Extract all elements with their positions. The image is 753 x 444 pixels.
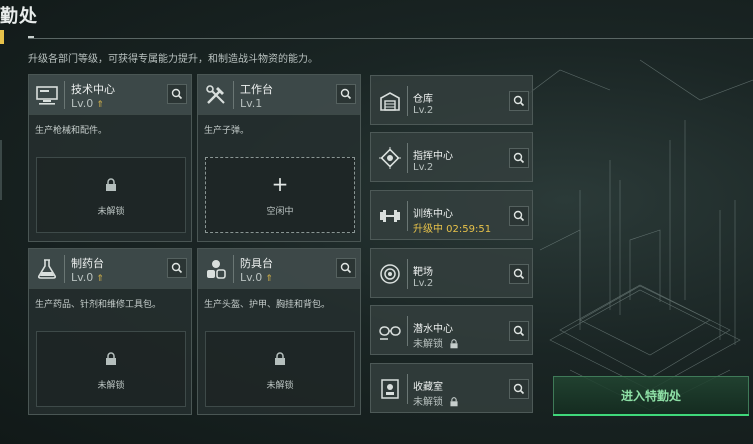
- card-level: Lv.0 ⇑: [71, 271, 104, 284]
- upgrade-arrow-icon: ⇑: [96, 274, 104, 284]
- card-level: Lv.0 ⇑: [240, 271, 273, 284]
- page-subtitle: 升级各部门等级，可获得专属能力提升，和制造战斗物资的能力。: [28, 54, 318, 65]
- collection-icon: [378, 377, 402, 401]
- facility-card-shooting-range[interactable]: 靶场 Lv.2: [370, 248, 533, 298]
- card-name: 防具台: [240, 257, 273, 270]
- inspect-button[interactable]: [336, 84, 356, 104]
- inspect-button[interactable]: [509, 321, 529, 341]
- divider: [407, 316, 408, 346]
- facility-card-training-center[interactable]: 训练中心 升级中 02:59:51: [370, 190, 533, 240]
- facility-card-workbench[interactable]: 工作台 Lv.1 生产子弹。 + 空闲中: [197, 74, 361, 242]
- upgrade-arrow-icon: ⇑: [96, 100, 104, 110]
- title-divider: [28, 38, 753, 39]
- inspect-button[interactable]: [509, 91, 529, 111]
- facility-card-collection-room[interactable]: 收藏室 未解锁: [370, 363, 533, 413]
- armor-icon: [204, 257, 228, 281]
- card-name: 指挥中心: [413, 151, 453, 162]
- card-name: 训练中心: [413, 209, 453, 220]
- facility-card-command-center[interactable]: 指挥中心 Lv.2: [370, 132, 533, 182]
- production-slot-locked: 未解锁: [205, 331, 355, 407]
- slot-status: 未解锁: [266, 381, 294, 391]
- inspect-button[interactable]: [509, 264, 529, 284]
- warehouse-icon: [378, 89, 402, 113]
- side-rail: [0, 140, 2, 200]
- goggles-icon: [378, 319, 402, 343]
- card-description: 生产枪械和配件。: [35, 126, 108, 136]
- facility-card-diving-center[interactable]: 潜水中心 未解锁: [370, 305, 533, 355]
- slot-status: 空闲中: [266, 207, 294, 217]
- card-level: Lv.2: [413, 278, 434, 289]
- divider: [407, 86, 408, 116]
- card-header: 工作台 Lv.1: [198, 75, 360, 115]
- lock-icon: [449, 397, 459, 407]
- production-slot-idle[interactable]: + 空闲中: [205, 157, 355, 233]
- facility-card-pharmacy[interactable]: 制药台 Lv.0 ⇑ 生产药品、针剂和维修工具包。 未解锁: [28, 248, 192, 415]
- inspect-button[interactable]: [167, 84, 187, 104]
- divider: [407, 374, 408, 404]
- divider: [407, 201, 408, 231]
- inspect-button[interactable]: [509, 148, 529, 168]
- card-header: 制药台 Lv.0 ⇑: [29, 249, 191, 289]
- upgrade-timer: 升级中 02:59:51: [413, 224, 492, 235]
- card-description: 生产子弹。: [204, 126, 250, 136]
- page-title: 勤处: [0, 6, 38, 27]
- inspect-button[interactable]: [509, 206, 529, 226]
- divider: [233, 255, 234, 283]
- card-name: 收藏室: [413, 382, 443, 393]
- production-slot-locked: 未解锁: [36, 157, 186, 233]
- card-name: 仓库: [413, 94, 433, 105]
- card-description: 生产头盔、护甲、胸挂和背包。: [204, 300, 331, 310]
- divider: [64, 255, 65, 283]
- divider: [407, 259, 408, 289]
- card-name: 制药台: [71, 257, 104, 270]
- divider: [64, 81, 65, 109]
- button-glow-bar: [553, 414, 749, 416]
- card-header: 技术中心 Lv.0 ⇑: [29, 75, 191, 115]
- card-level: 未解锁: [413, 335, 459, 350]
- facility-card-armor-bench[interactable]: 防具台 Lv.0 ⇑ 生产头盔、护甲、胸挂和背包。 未解锁: [197, 248, 361, 415]
- card-level: 未解锁: [413, 393, 459, 408]
- upgrade-arrow-icon: ⇑: [265, 274, 273, 284]
- card-name: 靶场: [413, 267, 433, 278]
- divider: [407, 143, 408, 173]
- card-name: 技术中心: [71, 83, 115, 96]
- card-name: 工作台: [240, 83, 273, 96]
- flask-icon: [35, 257, 59, 281]
- lock-icon: [206, 352, 354, 366]
- dumbbell-icon: [378, 204, 402, 228]
- computer-icon: [35, 83, 59, 107]
- card-name: 潜水中心: [413, 324, 453, 335]
- inspect-button[interactable]: [167, 258, 187, 278]
- slot-status: 未解锁: [97, 381, 125, 391]
- active-tab-marker: [0, 30, 4, 44]
- lock-icon: [37, 178, 185, 192]
- tools-icon: [204, 83, 228, 107]
- card-description: 生产药品、针剂和维修工具包。: [35, 300, 162, 310]
- facility-card-tech-center[interactable]: 技术中心 Lv.0 ⇑ 生产枪械和配件。 未解锁: [28, 74, 192, 242]
- lock-icon: [37, 352, 185, 366]
- card-header: 防具台 Lv.0 ⇑: [198, 249, 360, 289]
- lock-icon: [449, 339, 459, 349]
- divider: [233, 81, 234, 109]
- slot-status: 未解锁: [97, 207, 125, 217]
- plus-icon: +: [271, 172, 289, 196]
- facility-card-warehouse[interactable]: 仓库 Lv.2: [370, 75, 533, 125]
- enter-special-ops-button[interactable]: 进入特勤处: [553, 376, 749, 416]
- production-slot-locked: 未解锁: [36, 331, 186, 407]
- inspect-button[interactable]: [509, 379, 529, 399]
- inspect-button[interactable]: [336, 258, 356, 278]
- card-level: Lv.2: [413, 162, 434, 173]
- card-level: Lv.2: [413, 105, 434, 116]
- command-icon: [378, 146, 402, 170]
- target-icon: [378, 262, 402, 286]
- card-level: Lv.0 ⇑: [71, 97, 104, 110]
- card-level: Lv.1: [240, 97, 263, 110]
